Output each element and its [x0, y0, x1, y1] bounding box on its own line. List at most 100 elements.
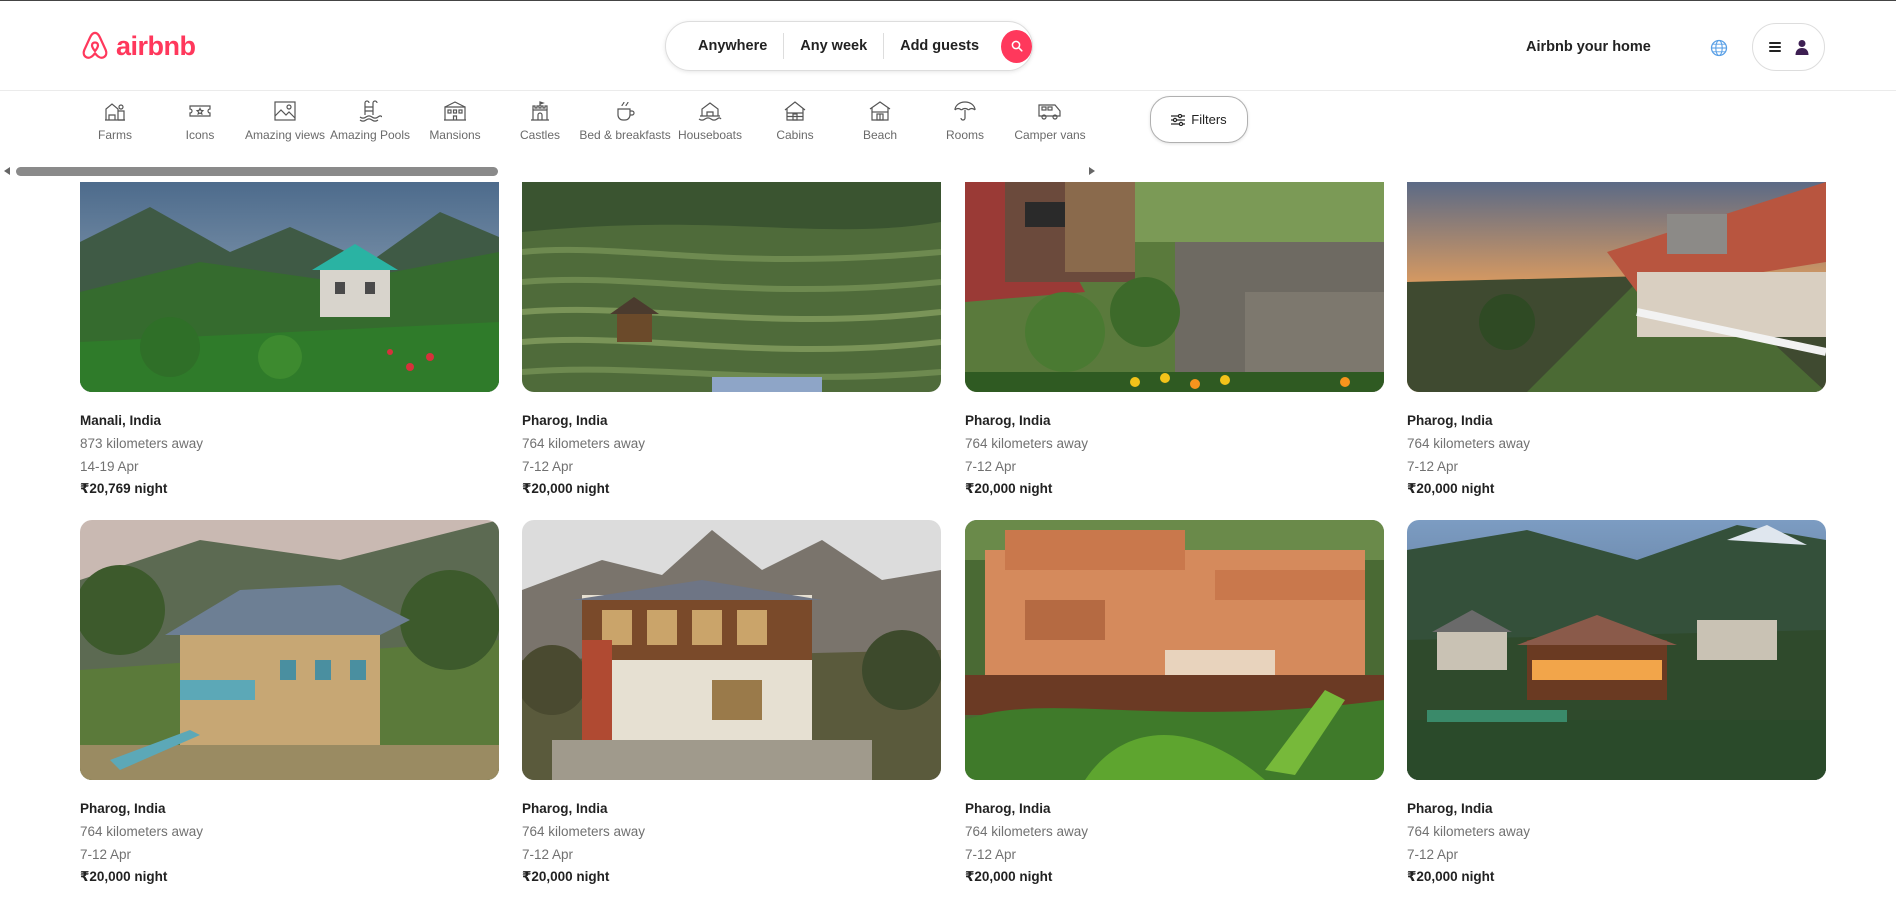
listing-card[interactable]: Pharog, India 764 kilometers away 7-12 A…	[1407, 520, 1826, 888]
listing-card[interactable]: Manali, India 873 kilometers away 14-19 …	[80, 182, 499, 500]
camper-van-icon	[1038, 104, 1061, 120]
listing-photo-image	[1407, 520, 1826, 780]
category-rooms[interactable]: Rooms	[920, 99, 1010, 142]
search-anywhere[interactable]: Anywhere	[666, 38, 783, 54]
listing-price: ₹20,000 night	[1407, 869, 1495, 884]
brand-name: airbnb	[116, 30, 196, 61]
listing-price: ₹20,769 night	[80, 481, 168, 496]
listing-photo[interactable]	[522, 520, 941, 780]
listing-card[interactable]: Pharog, India 764 kilometers away 7-12 A…	[965, 520, 1384, 888]
listing-location: Pharog, India	[965, 413, 1051, 428]
listing-price: ₹20,000 night	[522, 869, 610, 884]
beach-hut-icon	[869, 101, 891, 121]
listing-photo[interactable]	[965, 182, 1384, 392]
scroll-right-arrow-icon[interactable]	[1089, 167, 1095, 175]
scrollbar-thumb[interactable]	[16, 167, 498, 176]
sliders-icon	[1171, 113, 1186, 126]
ticket-icon	[189, 105, 211, 117]
listing-distance: 873 kilometers away	[80, 436, 204, 451]
mansion-icon	[444, 101, 466, 121]
listing-distance: 764 kilometers away	[522, 824, 646, 839]
listing-photo[interactable]	[80, 520, 499, 780]
category-castles[interactable]: Castles	[495, 99, 585, 142]
category-label: Houseboats	[677, 128, 743, 142]
category-label: Amazing views	[244, 128, 326, 142]
category-beach[interactable]: Beach	[835, 99, 925, 142]
listing-price: ₹20,000 night	[1407, 481, 1495, 496]
umbrella-icon	[954, 101, 976, 121]
listing-photo-image	[80, 520, 499, 780]
user-avatar-icon	[1795, 40, 1808, 55]
airbnb-logo[interactable]: airbnb	[80, 30, 196, 62]
airbnb-logo-icon	[82, 31, 108, 59]
search-any-week[interactable]: Any week	[784, 38, 883, 54]
category-mansions[interactable]: Mansions	[410, 99, 500, 142]
listing-photo[interactable]	[965, 520, 1384, 780]
category-bar: Farms Icons Amazing views Amazing Pools …	[0, 92, 1100, 152]
listing-distance: 764 kilometers away	[1407, 436, 1531, 451]
category-label: Cabins	[776, 128, 814, 142]
category-amazing-views[interactable]: Amazing views	[240, 99, 330, 142]
category-houseboats[interactable]: Houseboats	[665, 99, 755, 142]
listing-photo[interactable]	[80, 182, 499, 392]
category-label: Bed & breakfasts	[579, 128, 671, 142]
listing-card[interactable]: Pharog, India 764 kilometers away 7-12 A…	[522, 182, 941, 500]
listing-location: Pharog, India	[1407, 413, 1493, 428]
listing-card[interactable]: Pharog, India 764 kilometers away 7-12 A…	[965, 182, 1384, 500]
category-icons[interactable]: Icons	[155, 99, 245, 142]
listing-dates: 7-12 Apr	[1407, 459, 1459, 474]
listing-distance: 764 kilometers away	[1407, 824, 1531, 839]
houseboat-icon	[698, 102, 722, 121]
listing-distance: 764 kilometers away	[965, 824, 1089, 839]
breakfast-icon	[617, 101, 635, 121]
profile-menu-button[interactable]	[1752, 23, 1825, 71]
listing-price: ₹20,000 night	[965, 869, 1053, 884]
scroll-left-arrow-icon[interactable]	[4, 167, 10, 175]
category-label: Castles	[519, 128, 560, 142]
search-add-guests[interactable]: Add guests	[884, 38, 995, 54]
listing-price: ₹20,000 night	[522, 481, 610, 496]
category-label: Beach	[862, 128, 898, 142]
listing-photo-image	[965, 520, 1384, 780]
filters-button[interactable]: Filters	[1150, 96, 1248, 143]
listing-card[interactable]: Pharog, India 764 kilometers away 7-12 A…	[80, 520, 499, 888]
listing-photo-image	[80, 182, 499, 392]
globe-icon[interactable]	[1710, 39, 1728, 57]
listing-dates: 14-19 Apr	[80, 459, 139, 474]
listing-location: Pharog, India	[80, 801, 166, 816]
category-bed-breakfasts[interactable]: Bed & breakfasts	[579, 99, 671, 142]
listing-photo[interactable]	[1407, 520, 1826, 780]
farm-icon	[105, 103, 125, 121]
category-amazing-pools[interactable]: Amazing Pools	[325, 99, 415, 142]
category-label: Rooms	[945, 128, 984, 142]
category-label: Farms	[98, 128, 132, 142]
search-button[interactable]	[1001, 29, 1032, 63]
cabin-icon	[784, 101, 806, 121]
category-camper-vans[interactable]: Camper vans	[1005, 99, 1095, 142]
category-label: Icons	[185, 128, 215, 142]
category-label: Mansions	[429, 128, 481, 142]
listing-card[interactable]: Pharog, India 764 kilometers away 7-12 A…	[522, 520, 941, 888]
listing-card[interactable]: Pharog, India 764 kilometers away 7-12 A…	[1407, 182, 1826, 500]
category-label: Camper vans	[1014, 128, 1086, 142]
listing-location: Manali, India	[80, 413, 162, 428]
listing-distance: 764 kilometers away	[965, 436, 1089, 451]
listing-dates: 7-12 Apr	[80, 847, 132, 862]
listing-photo[interactable]	[522, 182, 941, 392]
pool-icon	[359, 100, 382, 122]
category-horizontal-scrollbar[interactable]	[0, 164, 1100, 178]
filters-label: Filters	[1191, 112, 1227, 127]
view-picture-icon	[274, 101, 296, 121]
airbnb-your-home-link[interactable]: Airbnb your home	[1526, 39, 1651, 55]
listing-dates: 7-12 Apr	[522, 847, 574, 862]
listing-photo[interactable]	[1407, 182, 1826, 392]
castle-icon	[531, 101, 549, 121]
search-bar[interactable]: Anywhere Any week Add guests	[665, 21, 1033, 71]
top-header: airbnb Anywhere Any week Add guests Airb…	[0, 1, 1896, 91]
category-cabins[interactable]: Cabins	[750, 99, 840, 142]
search-icon	[1011, 40, 1023, 52]
listing-price: ₹20,000 night	[80, 869, 168, 884]
listing-price: ₹20,000 night	[965, 481, 1053, 496]
listing-dates: 7-12 Apr	[965, 459, 1017, 474]
category-farms[interactable]: Farms	[70, 99, 160, 142]
